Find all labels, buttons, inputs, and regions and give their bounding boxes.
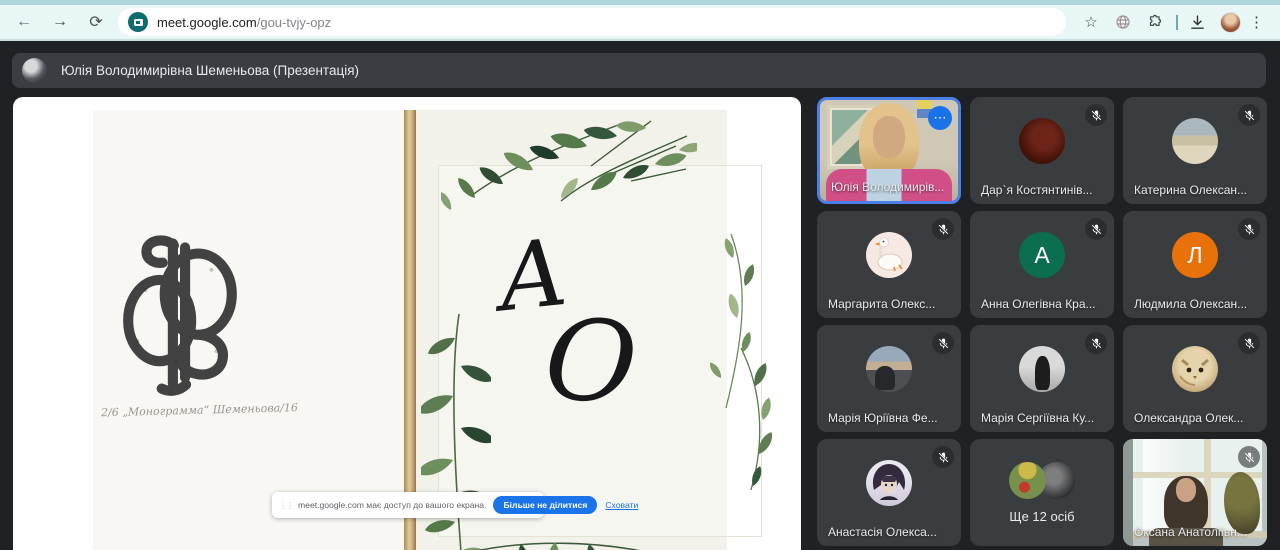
mic-muted-icon [1238, 104, 1260, 126]
bookmark-star-icon[interactable]: ☆ [1078, 9, 1104, 35]
participant-name: Юлія Володимирів... [831, 180, 945, 194]
presenter-banner: Юлія Володимирівна Шеменьова (Презентаці… [12, 53, 1266, 88]
mic-muted-icon [1085, 332, 1107, 354]
participant-avatar-initial: Л [1172, 232, 1218, 278]
tile-options-button[interactable]: ⋯ [928, 106, 952, 130]
shared-screen-photo: 2/6 „Монограмма“ Шеменьова/16 А О [93, 110, 776, 550]
participant-avatar [1019, 118, 1065, 164]
participant-name: Марія Юріївна Фе... [828, 411, 938, 425]
back-icon[interactable]: ← [10, 8, 38, 36]
hide-notification-link[interactable]: Сховати [605, 500, 638, 510]
mic-muted-icon [932, 332, 954, 354]
presenter-avatar [22, 58, 47, 83]
mic-muted-icon [932, 446, 954, 468]
presentation-stage: 2/6 „Монограмма“ Шеменьова/16 А О ⋮⋮ mee… [13, 97, 801, 550]
participant-tile-maria-yuriivna[interactable]: Марія Юріївна Фе... [817, 325, 961, 432]
toolbar-right-icons: ☆ ⋮ [1072, 9, 1274, 35]
browser-toolbar: ← → ⟳ meet.google.com/gou-tvjy-opz ☆ ⋮ [0, 5, 1280, 41]
refresh-icon[interactable]: ⟳ [82, 8, 110, 36]
participant-name: Анна Олегівна Кра... [981, 297, 1096, 311]
participant-avatar [866, 346, 912, 392]
toolbar-separator [1176, 14, 1178, 30]
participant-tile-marharyta[interactable]: Маргарита Олекс... [817, 211, 961, 318]
presenter-title: Юлія Володимирівна Шеменьова (Презентаці… [61, 63, 360, 78]
extension-globe-icon[interactable] [1110, 9, 1136, 35]
notification-text: meet.google.com має доступ до вашого екр… [298, 500, 487, 510]
screen-share-notification: ⋮⋮ meet.google.com має доступ до вашого … [272, 492, 638, 518]
mic-muted-icon [1238, 446, 1260, 468]
extensions-puzzle-icon[interactable] [1142, 9, 1168, 35]
participant-avatar-anime [866, 460, 912, 506]
participant-avatar [1019, 346, 1065, 392]
participant-name: Олександра Олек... [1134, 411, 1244, 425]
url-text: meet.google.com/gou-tvjy-opz [157, 14, 332, 30]
sketchbook-spine [404, 110, 416, 550]
browser-profile-avatar[interactable] [1220, 11, 1241, 33]
more-participants-tile[interactable]: Ще 12 осіб [970, 439, 1114, 546]
more-participants-label: Ще 12 осіб [1009, 508, 1075, 524]
participant-avatar [1172, 118, 1218, 164]
participant-name: Марія Сергіївна Ку... [981, 411, 1095, 425]
stacked-avatar [1009, 461, 1046, 499]
participant-avatar-cat [1172, 346, 1218, 392]
participant-name: Маргарита Олекс... [828, 297, 936, 311]
participant-name: Дар`я Костянтинів... [981, 183, 1093, 197]
mic-muted-icon [1238, 332, 1260, 354]
forward-icon[interactable]: → [46, 8, 74, 36]
download-icon[interactable] [1184, 9, 1210, 35]
participant-tile-anna[interactable]: А Анна Олегівна Кра... [970, 211, 1114, 318]
participant-tile-oleksandra[interactable]: Олександра Олек... [1123, 325, 1267, 432]
mic-muted-icon [1238, 218, 1260, 240]
screen-share-tab-icon [128, 12, 148, 32]
participant-tile-kateryna[interactable]: Катерина Олексан... [1123, 97, 1267, 204]
participant-tile-darya[interactable]: Дар`я Костянтинів... [970, 97, 1114, 204]
watercolor-greenery-top [441, 120, 697, 212]
mic-muted-icon [1085, 104, 1107, 126]
monogram-artwork [123, 235, 237, 396]
mic-muted-icon [1085, 218, 1107, 240]
participant-name: Оксана Анатоліївн... [1134, 525, 1247, 539]
participant-grid: ⋯ Юлія Володимирів... Дар`я Костянтинів.… [817, 97, 1268, 550]
mic-muted-icon [932, 218, 954, 240]
notification-grip-icon: ⋮⋮ [279, 500, 294, 510]
participant-tile-lyudmyla[interactable]: Л Людмила Олексан... [1123, 211, 1267, 318]
participant-tile-anastasia[interactable]: Анастасія Олекса... [817, 439, 961, 546]
participant-tile-yulia[interactable]: ⋯ Юлія Володимирів... [817, 97, 961, 204]
calligraphy-letter-o: О [540, 293, 642, 431]
stop-sharing-button[interactable]: Більше не ділитися [493, 496, 598, 514]
participant-tile-oksana[interactable]: Оксана Анатоліївн... [1123, 439, 1267, 546]
participant-name: Людмила Олексан... [1134, 297, 1248, 311]
url-bar[interactable]: meet.google.com/gou-tvjy-opz [118, 8, 1066, 36]
participant-name: Катерина Олексан... [1134, 183, 1248, 197]
watercolor-greenery-right [707, 233, 776, 491]
participant-avatar-goose [866, 232, 912, 278]
participant-avatar-initial: А [1019, 232, 1065, 278]
participant-name: Анастасія Олекса... [828, 525, 937, 539]
browser-menu-icon[interactable]: ⋮ [1249, 13, 1264, 31]
more-participants-avatars [1009, 461, 1075, 499]
participant-tile-maria-serhiivna[interactable]: Марія Сергіївна Ку... [970, 325, 1114, 432]
